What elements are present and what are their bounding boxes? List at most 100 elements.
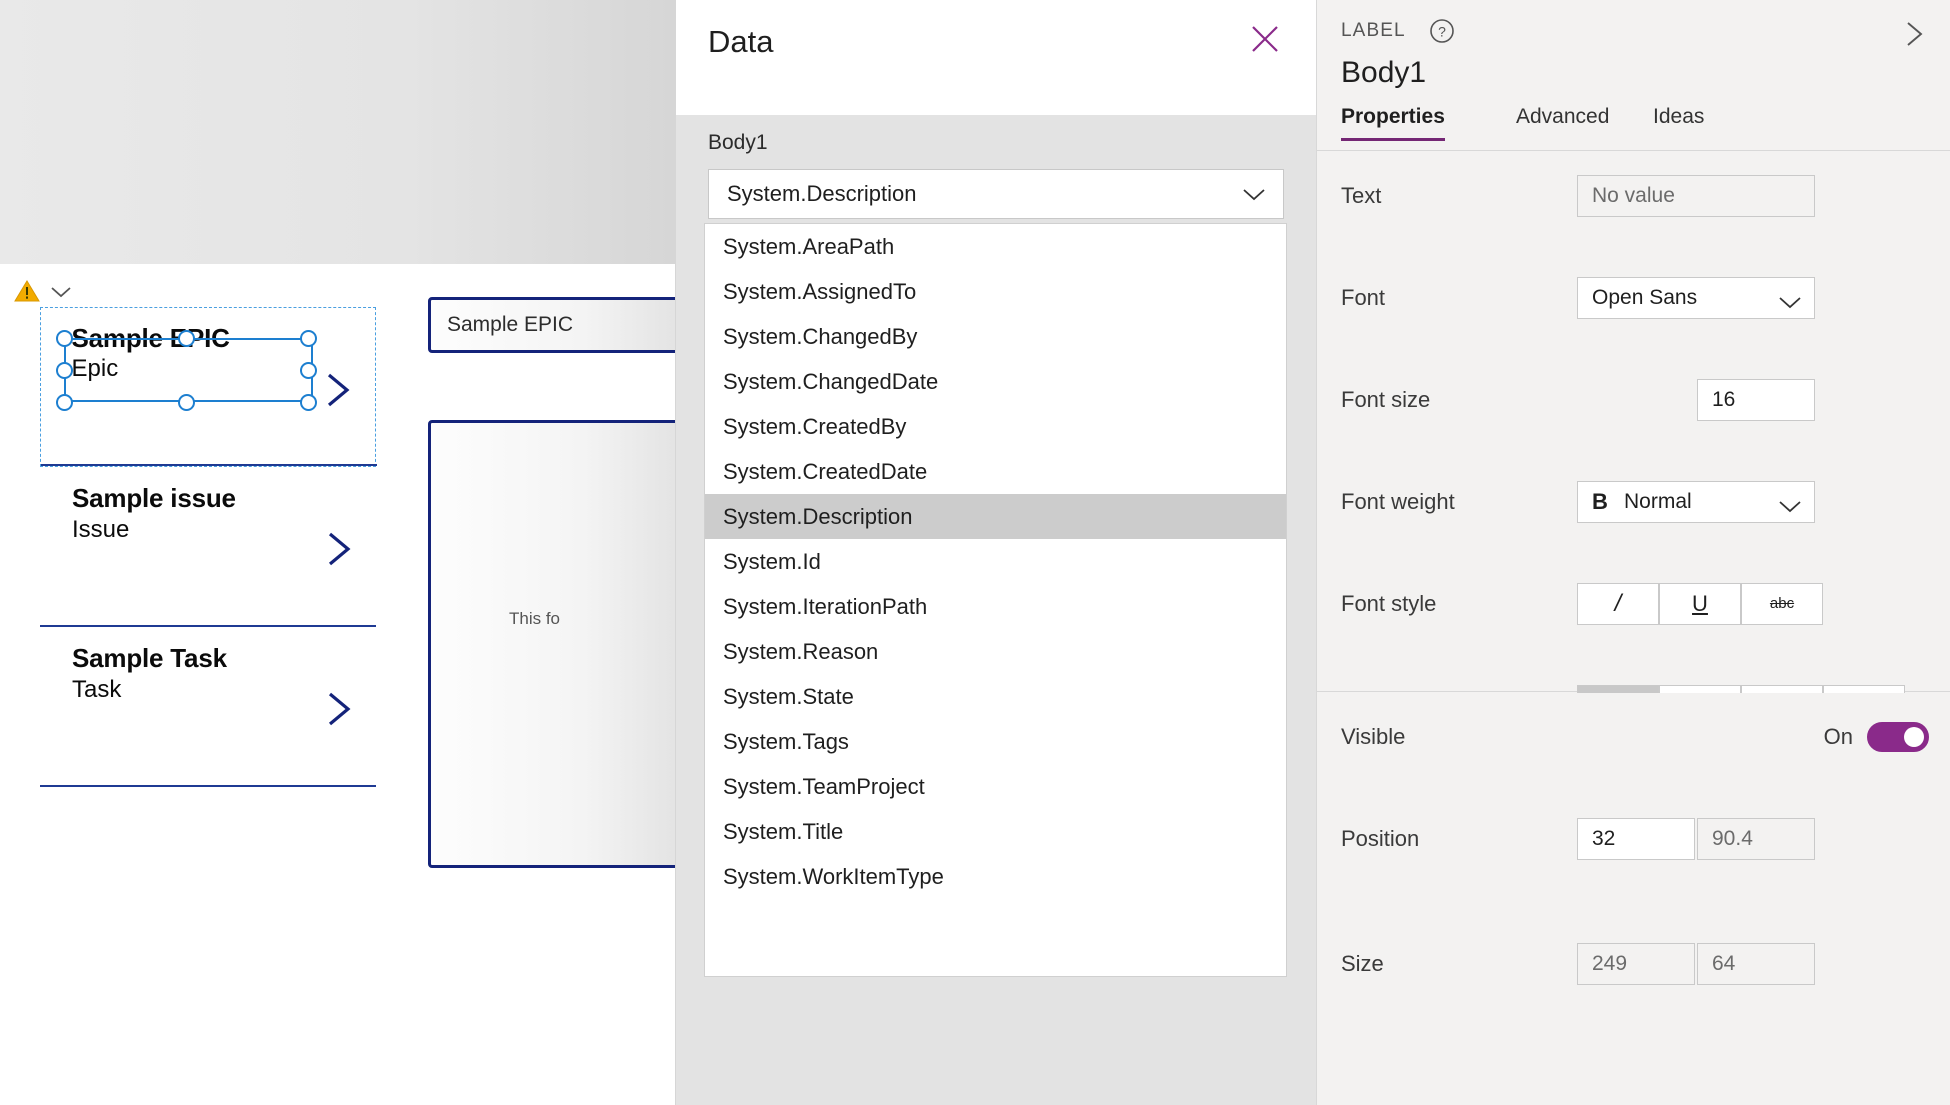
svg-text:?: ? xyxy=(1438,24,1446,40)
underline-glyph: U xyxy=(1692,590,1708,616)
data-field-option[interactable]: System.Title xyxy=(705,809,1286,854)
data-field-option[interactable]: System.WorkItemType xyxy=(705,854,1286,899)
resize-handle-n[interactable] xyxy=(178,330,195,347)
italic-icon[interactable]: / xyxy=(1577,582,1659,625)
data-field-option[interactable]: System.ChangedBy xyxy=(705,314,1286,359)
visible-toggle[interactable] xyxy=(1867,721,1929,752)
property-row-visible: Visible On xyxy=(1317,711,1950,762)
resize-handle-e[interactable] xyxy=(300,362,317,379)
strikethrough-glyph: abc xyxy=(1769,595,1795,612)
gallery-item-title: Sample Task xyxy=(72,643,227,673)
resize-handle-w[interactable] xyxy=(56,362,73,379)
data-field-option[interactable]: System.IterationPath xyxy=(705,584,1286,629)
data-field-option[interactable]: System.AreaPath xyxy=(705,224,1286,269)
warning-triangle-icon[interactable] xyxy=(14,279,40,303)
tab-advanced[interactable]: Advanced xyxy=(1516,105,1609,141)
properties-panel: LABEL ? Body1 Properties Advanced Ideas … xyxy=(1316,0,1950,1105)
property-label-visible: Visible xyxy=(1341,723,1406,749)
font-size-input[interactable]: 16 xyxy=(1697,378,1815,421)
data-field-option[interactable]: System.Tags xyxy=(705,719,1286,764)
resize-handle-sw[interactable] xyxy=(56,394,73,411)
gallery-item-task[interactable]: Sample Task Task xyxy=(40,627,376,787)
data-field-option[interactable]: System.CreatedBy xyxy=(705,404,1286,449)
control-type-eyebrow: LABEL xyxy=(1341,20,1406,41)
preview-card-label: Sample EPIC xyxy=(447,313,574,336)
help-circle-icon[interactable]: ? xyxy=(1429,18,1455,44)
data-field-option-list[interactable]: System.AreaPath System.AssignedTo System.C… xyxy=(704,223,1287,977)
property-row-font: Font Open Sans xyxy=(1317,272,1950,323)
bold-icon: B xyxy=(1592,488,1608,514)
preview-card-detail[interactable]: This fo xyxy=(428,420,688,868)
position-x-input[interactable]: 32 xyxy=(1577,817,1695,860)
data-field-selected-value: System.Description xyxy=(727,181,917,206)
italic-glyph: / xyxy=(1614,589,1622,617)
position-y-input[interactable]: 90.4 xyxy=(1697,817,1815,860)
data-panel-body: Body1 System.Description System.AreaPath… xyxy=(676,115,1316,1105)
font-select[interactable]: Open Sans xyxy=(1577,276,1815,319)
text-input[interactable]: No value xyxy=(1577,174,1815,217)
font-select-value: Open Sans xyxy=(1592,285,1698,309)
property-row-text: Text No value xyxy=(1317,170,1950,221)
toggle-knob xyxy=(1904,726,1924,747)
resize-handle-se[interactable] xyxy=(300,394,317,411)
control-name-title: Body1 xyxy=(1341,56,1427,89)
resize-handle-s[interactable] xyxy=(178,394,195,411)
resize-handle-nw[interactable] xyxy=(56,330,73,347)
underline-icon[interactable]: U xyxy=(1659,582,1741,625)
chevron-down-icon[interactable] xyxy=(50,284,72,300)
property-row-font-size: Font size 16 xyxy=(1317,374,1950,425)
data-field-option[interactable]: System.Description xyxy=(705,494,1286,539)
data-field-option[interactable]: System.TeamProject xyxy=(705,764,1286,809)
data-field-combobox[interactable]: System.Description xyxy=(708,169,1284,219)
font-weight-value: Normal xyxy=(1624,489,1692,513)
close-icon[interactable] xyxy=(1248,22,1282,56)
resize-handle-ne[interactable] xyxy=(300,330,317,347)
data-field-option[interactable]: System.ChangedDate xyxy=(705,359,1286,404)
size-width-input[interactable]: 249 xyxy=(1577,942,1695,985)
property-row-size: Size 249 64 xyxy=(1317,938,1950,989)
properties-tabs[interactable]: Properties Advanced Ideas xyxy=(1317,105,1950,151)
data-panel-title: Data xyxy=(708,24,774,59)
visible-state: On xyxy=(1823,723,1853,749)
data-panel: Data Body1 System.Description System.Are… xyxy=(676,0,1316,1105)
data-field-option[interactable]: System.AssignedTo xyxy=(705,269,1286,314)
tab-properties[interactable]: Properties xyxy=(1341,105,1445,141)
chevron-right-icon[interactable] xyxy=(323,370,353,410)
preview-card-body-text: This fo xyxy=(509,609,561,628)
gallery-item-title: Sample issue xyxy=(72,483,236,513)
gallery-item-separator xyxy=(41,464,377,466)
data-field-option[interactable]: System.Id xyxy=(705,539,1286,584)
property-row-font-weight: Font weight B Normal xyxy=(1317,476,1950,527)
chevron-down-icon xyxy=(1778,291,1802,308)
property-label-size: Size xyxy=(1341,950,1384,976)
property-label-font: Font xyxy=(1341,284,1386,310)
preview-card-epic[interactable]: Sample EPIC xyxy=(428,297,688,353)
size-height-input[interactable]: 64 xyxy=(1697,942,1815,985)
font-weight-select[interactable]: B Normal xyxy=(1577,480,1815,523)
property-row-font-style: Font style / U abc xyxy=(1317,578,1950,629)
chevron-down-icon[interactable] xyxy=(1241,186,1267,202)
gallery-item-issue[interactable]: Sample issue Issue xyxy=(40,467,376,627)
properties-section-layout: Visible On Position 32 90.4 X Y Size 249… xyxy=(1317,693,1950,1105)
chevron-down-icon xyxy=(1778,495,1802,512)
data-field-option[interactable]: System.Reason xyxy=(705,629,1286,674)
data-field-label: Body1 xyxy=(708,131,768,154)
selection-box[interactable] xyxy=(56,330,317,411)
gallery-item-separator xyxy=(40,785,376,787)
chevron-right-icon[interactable] xyxy=(324,529,354,569)
property-row-position: Position 32 90.4 xyxy=(1317,813,1950,864)
data-panel-header: Data xyxy=(676,0,1316,115)
property-label-font-weight: Font weight xyxy=(1341,488,1455,514)
chevron-right-icon[interactable] xyxy=(1900,18,1928,50)
strikethrough-icon[interactable]: abc xyxy=(1741,582,1823,625)
canvas-top-strip xyxy=(0,0,676,264)
data-field-option[interactable]: System.State xyxy=(705,674,1286,719)
chevron-right-icon[interactable] xyxy=(324,689,354,729)
properties-section-main: Text No value Font Open Sans Font size 1… xyxy=(1317,152,1950,1105)
property-label-font-size: Font size xyxy=(1341,386,1431,412)
data-field-option[interactable]: System.CreatedDate xyxy=(705,449,1286,494)
property-label-text: Text xyxy=(1341,182,1382,208)
canvas-top-strip-inner xyxy=(0,0,676,264)
tab-ideas[interactable]: Ideas xyxy=(1653,105,1704,141)
property-label-font-style: Font style xyxy=(1341,590,1437,616)
